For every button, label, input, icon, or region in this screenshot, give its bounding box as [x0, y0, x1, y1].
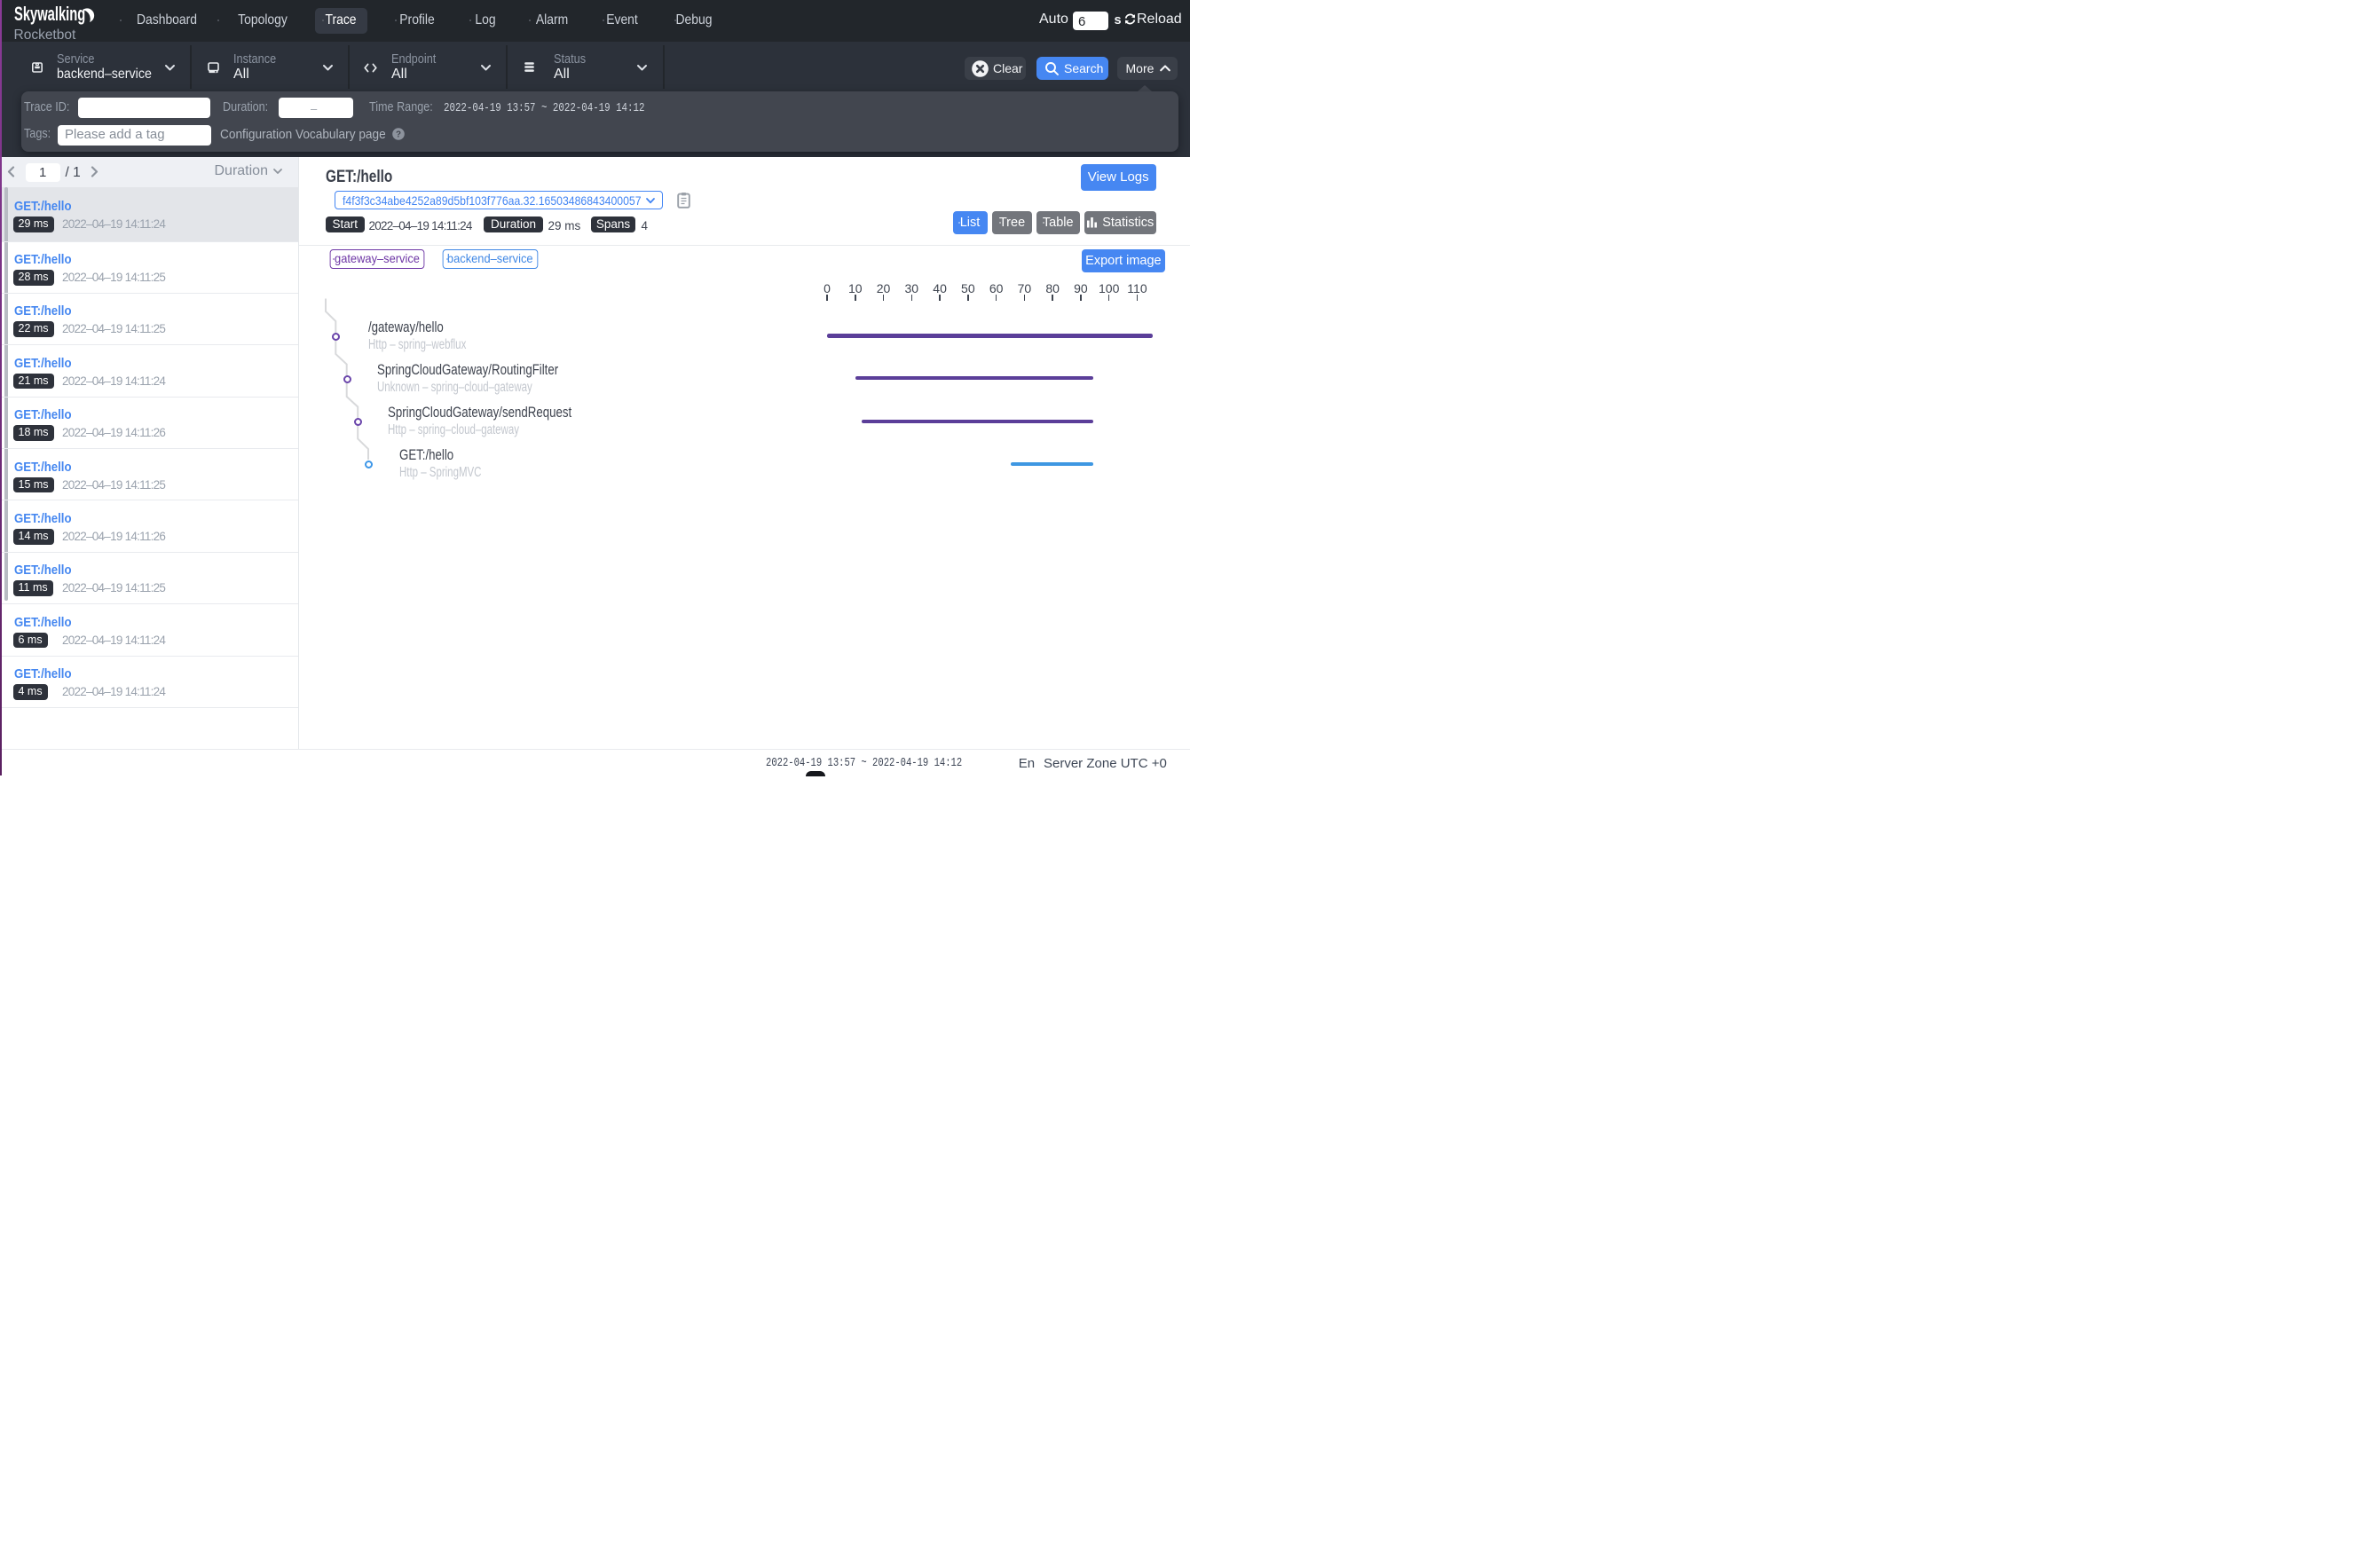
svg-text:?: ?	[396, 130, 401, 140]
